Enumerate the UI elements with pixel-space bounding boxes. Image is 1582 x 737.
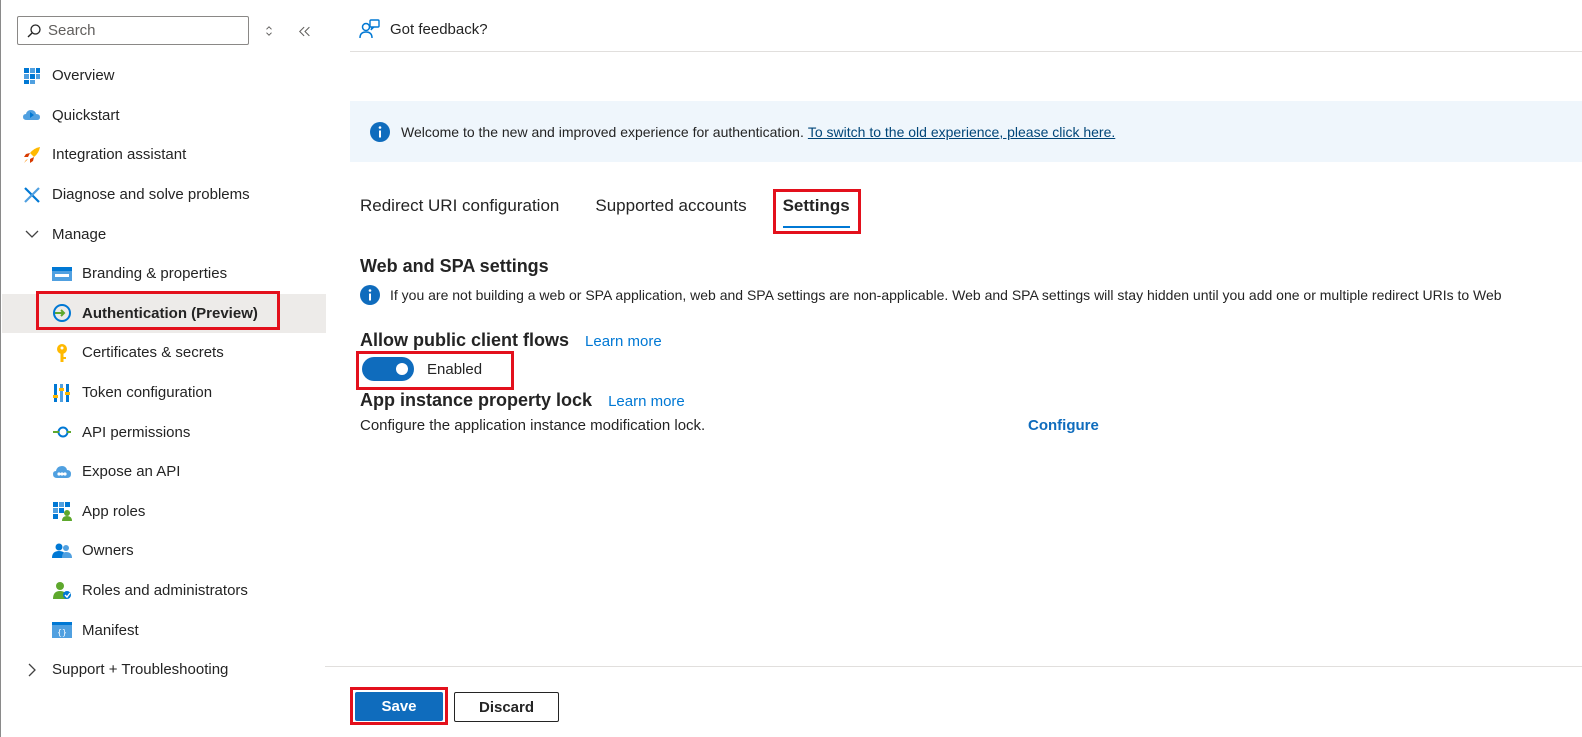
- sidebar-item-certificates[interactable]: Certificates & secrets: [2, 333, 326, 373]
- sidebar-item-integration-assistant[interactable]: Integration assistant: [2, 135, 326, 175]
- manifest-icon: {}: [52, 620, 72, 640]
- cloud-icon: [52, 462, 72, 482]
- sidebar-item-expose-api[interactable]: Expose an API: [2, 452, 326, 492]
- branding-icon: [52, 264, 72, 284]
- sidebar-item-diagnose[interactable]: Diagnose and solve problems: [2, 175, 326, 215]
- quickstart-icon: [22, 105, 42, 125]
- instance-lock-description: Configure the application instance modif…: [360, 417, 706, 434]
- sidebar-item-label: Expose an API: [82, 463, 181, 481]
- feedback-button[interactable]: Got feedback?: [358, 18, 488, 40]
- token-icon: [52, 383, 72, 403]
- sidebar-item-token-configuration[interactable]: Token configuration: [2, 373, 326, 413]
- sidebar-item-label: Diagnose and solve problems: [52, 186, 250, 204]
- sidebar-item-label: Manifest: [82, 621, 139, 639]
- sidebar-group-manage[interactable]: Manage: [2, 214, 326, 254]
- roles-admin-icon: [52, 581, 72, 601]
- authentication-icon: [52, 303, 72, 323]
- public-flows-toggle[interactable]: [362, 357, 414, 381]
- sidebar: Overview Quickstart Integration assistan…: [2, 0, 326, 737]
- web-spa-note: If you are not building a web or SPA app…: [360, 285, 1502, 305]
- sidebar-item-label: Overview: [52, 67, 115, 85]
- configure-link[interactable]: Configure: [1028, 417, 1099, 434]
- sidebar-item-authentication[interactable]: Authentication (Preview): [2, 293, 326, 334]
- search-box[interactable]: [17, 16, 249, 45]
- sidebar-item-label: Branding & properties: [82, 265, 228, 283]
- window-edge: [0, 0, 1, 737]
- tab-redirect-uri[interactable]: Redirect URI configuration: [360, 196, 559, 224]
- search-input[interactable]: [48, 22, 238, 39]
- public-flows-toggle-row: Enabled: [362, 357, 482, 381]
- search-icon: [27, 23, 41, 37]
- api-permissions-icon: [52, 422, 72, 442]
- public-flows-title: Allow public client flows: [360, 330, 570, 350]
- chevron-right-icon: [22, 663, 42, 677]
- instance-lock-title: App instance property lock: [360, 390, 593, 410]
- sidebar-item-label: Token configuration: [82, 384, 213, 402]
- toggle-knob: [396, 363, 408, 375]
- wrench-icon: [22, 185, 42, 205]
- sidebar-item-app-roles[interactable]: App roles: [2, 492, 326, 532]
- feedback-icon: [359, 19, 380, 39]
- overview-icon: [22, 66, 42, 86]
- instance-lock-learn-more-link[interactable]: Learn more: [608, 393, 685, 410]
- discard-button[interactable]: Discard: [454, 692, 559, 722]
- sidebar-item-label: API permissions: [82, 423, 191, 441]
- key-icon: [52, 343, 72, 363]
- public-flows-learn-more-link[interactable]: Learn more: [585, 333, 662, 350]
- info-banner: Welcome to the new and improved experien…: [350, 101, 1582, 162]
- instance-lock-heading: App instance property lock Learn more: [360, 390, 685, 411]
- sidebar-item-owners[interactable]: Owners: [2, 531, 326, 571]
- rocket-icon: [22, 145, 42, 165]
- old-experience-link[interactable]: To switch to the old experience, please …: [808, 124, 1115, 140]
- tab-settings[interactable]: Settings: [782, 196, 850, 228]
- sidebar-item-roles-administrators[interactable]: Roles and administrators: [2, 571, 326, 611]
- sidebar-item-api-permissions[interactable]: API permissions: [2, 412, 326, 452]
- tab-bar: Redirect URI configuration Supported acc…: [360, 196, 886, 228]
- header-divider: [350, 51, 1582, 52]
- info-icon: [360, 285, 380, 305]
- tab-supported-accounts[interactable]: Supported accounts: [595, 196, 746, 224]
- sidebar-item-label: Authentication (Preview): [82, 304, 258, 322]
- sidebar-item-label: Support + Troubleshooting: [52, 661, 229, 679]
- sidebar-item-branding[interactable]: Branding & properties: [2, 254, 326, 294]
- sidebar-item-label: Certificates & secrets: [82, 344, 224, 362]
- sidebar-item-label: Integration assistant: [52, 146, 187, 164]
- save-button[interactable]: Save: [355, 692, 443, 721]
- svg-text:{}: {}: [57, 628, 67, 637]
- sidebar-item-label: App roles: [82, 502, 146, 520]
- sidebar-item-label: Owners: [82, 542, 134, 560]
- chevron-down-icon: [22, 229, 42, 239]
- app-roles-icon: [52, 501, 72, 522]
- toggle-state-label: Enabled: [427, 360, 483, 378]
- web-spa-note-text: If you are not building a web or SPA app…: [390, 287, 1502, 303]
- banner-text: Welcome to the new and improved experien…: [401, 123, 804, 140]
- expand-collapse-icon[interactable]: [258, 20, 280, 42]
- sidebar-group-support[interactable]: Support + Troubleshooting: [2, 650, 326, 690]
- sidebar-nav: Overview Quickstart Integration assistan…: [2, 56, 326, 690]
- sidebar-item-label: Roles and administrators: [82, 582, 248, 600]
- owners-icon: [52, 541, 72, 561]
- public-flows-heading: Allow public client flows Learn more: [360, 330, 662, 351]
- web-spa-heading: Web and SPA settings: [360, 256, 549, 276]
- info-icon: [370, 121, 390, 142]
- sidebar-item-overview[interactable]: Overview: [2, 56, 326, 96]
- sidebar-item-manifest[interactable]: {} Manifest: [2, 610, 326, 650]
- sidebar-item-label: Manage: [52, 225, 107, 243]
- collapse-sidebar-icon[interactable]: [294, 20, 316, 42]
- sidebar-item-quickstart[interactable]: Quickstart: [2, 96, 326, 136]
- footer-divider: [325, 666, 1582, 667]
- feedback-label: Got feedback?: [390, 20, 488, 38]
- sidebar-item-label: Quickstart: [52, 106, 120, 124]
